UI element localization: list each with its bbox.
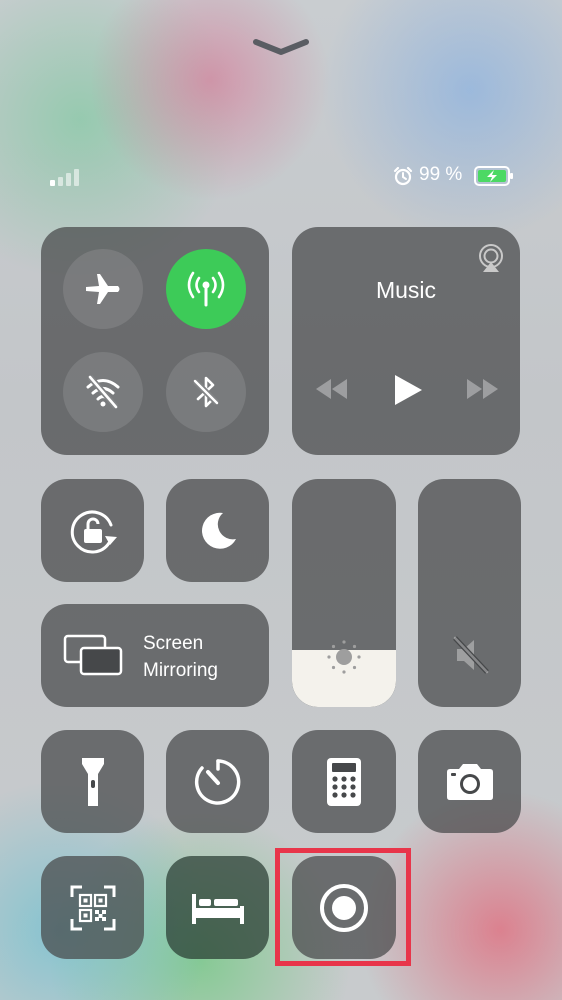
orientation-lock-icon [70, 510, 117, 553]
rewind-icon [316, 379, 347, 399]
bedtime-button[interactable] [166, 856, 269, 959]
volume-slider[interactable] [418, 479, 521, 707]
wifi-button[interactable] [63, 352, 143, 432]
fast-forward-icon [467, 379, 498, 399]
timer-icon [194, 758, 240, 805]
screen-mirroring-label: Screen Mirroring [143, 630, 218, 684]
airplane-icon [86, 274, 120, 304]
camera-icon [446, 763, 493, 800]
fast-forward-button[interactable] [464, 377, 500, 401]
battery-charging-icon [474, 166, 514, 186]
connectivity-panel [41, 227, 269, 455]
calculator-button[interactable] [292, 730, 396, 833]
screen-mirroring-icon [63, 634, 123, 676]
camera-button[interactable] [418, 730, 521, 833]
flashlight-button[interactable] [41, 730, 144, 833]
cellular-signal-icon [50, 168, 80, 186]
screen-mirroring-line1: Screen [143, 633, 204, 654]
airplane-mode-button[interactable] [63, 249, 143, 329]
bluetooth-off-icon [192, 376, 220, 408]
do-not-disturb-button[interactable] [166, 479, 269, 582]
flashlight-icon [81, 757, 104, 806]
timer-button[interactable] [166, 730, 269, 833]
highlight-box [275, 848, 411, 966]
brightness-sun-icon [324, 637, 364, 677]
battery-percentage: 99 % [419, 164, 463, 185]
bluetooth-button[interactable] [166, 352, 246, 432]
dismiss-chevron-icon[interactable] [252, 38, 310, 58]
wifi-off-icon [86, 375, 120, 409]
qr-code-scanner-button[interactable] [41, 856, 144, 959]
orientation-lock-button[interactable] [41, 479, 144, 582]
music-panel[interactable]: Music [292, 227, 520, 455]
music-title: Music [375, 277, 437, 303]
play-button[interactable] [392, 373, 424, 407]
moon-icon [201, 512, 236, 549]
antenna-icon [187, 271, 225, 307]
calculator-icon [327, 757, 361, 806]
airplay-icon[interactable] [476, 243, 506, 273]
qr-code-icon [70, 885, 115, 930]
brightness-slider[interactable] [292, 479, 396, 707]
screen-mirroring-line2: Mirroring [143, 660, 218, 681]
cellular-data-button[interactable] [166, 249, 246, 329]
screen-mirroring-button[interactable]: Screen Mirroring [41, 604, 269, 707]
alarm-clock-icon [393, 166, 413, 186]
volume-muted-icon [452, 635, 490, 675]
play-icon [395, 375, 422, 405]
rewind-button[interactable] [314, 377, 350, 401]
bed-icon [191, 893, 244, 924]
